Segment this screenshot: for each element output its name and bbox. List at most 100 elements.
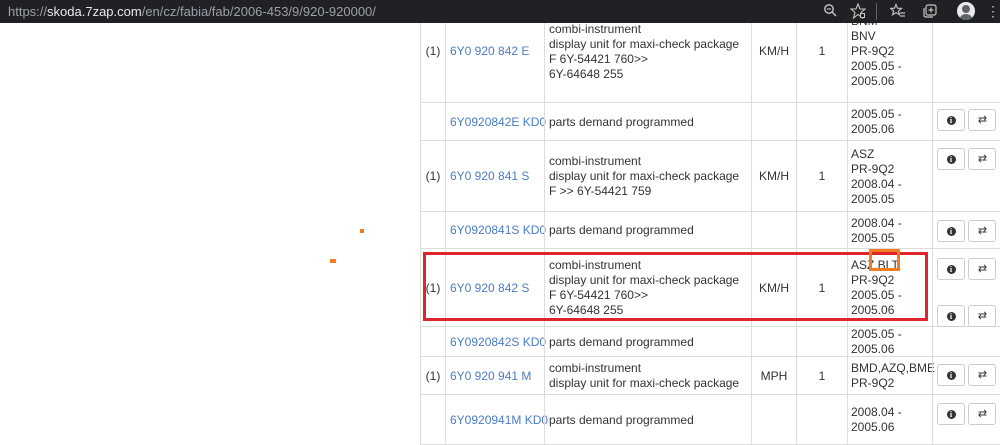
note-line: 2008.04 - <box>851 176 902 191</box>
quantity-cell: 1 <box>796 357 847 395</box>
part-number-cell: 6Y0920841S KD0 <box>445 212 546 249</box>
exchange-icon: ⇄ <box>977 368 987 381</box>
note-cell: 2008.04 -2005.06 <box>847 395 932 445</box>
info-button[interactable]: i <box>937 220 965 242</box>
part-number-link[interactable]: 6Y0920841S KD0 <box>450 223 546 238</box>
part-number-cell: 6Y0 920 941 M <box>445 357 544 395</box>
description-cell: combi-instrument display unit for maxi-ch… <box>544 23 751 103</box>
loading-indicator-dot <box>330 259 336 263</box>
part-number-link[interactable]: 6Y0 920 842 E <box>450 44 529 59</box>
exchange-button[interactable]: ⇄ <box>968 403 996 425</box>
quantity-cell <box>796 103 847 141</box>
info-button[interactable]: i <box>937 148 965 170</box>
part-number-link[interactable]: 6Y0920842S KD0 <box>450 335 546 350</box>
exchange-button[interactable]: ⇄ <box>968 109 996 131</box>
unit-cell: MPH <box>751 357 796 395</box>
parts-table: (1) 6Y0 920 842 Ecombi-instrument display … <box>420 23 1000 445</box>
collections-icon[interactable] <box>922 3 938 19</box>
info-button[interactable]: i <box>937 403 965 425</box>
exchange-button[interactable]: ⇄ <box>968 220 996 242</box>
info-button[interactable]: i <box>937 305 965 327</box>
note-line: 2008.04 - <box>851 405 902 419</box>
info-icon: i <box>946 226 956 236</box>
favorites-icon[interactable] <box>889 3 906 19</box>
ref-cell <box>420 395 445 445</box>
unit-cell <box>751 327 796 357</box>
url-host: skoda.7zap.com <box>47 4 142 19</box>
exchange-button[interactable]: ⇄ <box>968 364 996 386</box>
note-line: 2005.06 <box>851 342 895 356</box>
ref-cell: (1) <box>420 23 445 103</box>
quantity-cell <box>796 212 847 249</box>
ref-cell: (1) <box>420 249 445 327</box>
actions-cell: i⇄ <box>932 212 1000 249</box>
note-cell: 2005.05 -2005.06 <box>847 103 932 141</box>
ref-label: (1) <box>425 44 441 58</box>
ref-cell: (1) <box>420 141 445 212</box>
unit-cell <box>751 212 796 249</box>
description-cell: combi-instrument display unit for maxi-ch… <box>544 141 751 212</box>
description-line: 6Y-64648 255 <box>549 66 624 81</box>
description-line: display unit for maxi-check package <box>549 36 740 51</box>
description-line: combi-instrument <box>549 154 642 168</box>
info-icon: i <box>946 409 956 419</box>
note-line: 2005.05 - <box>851 107 902 121</box>
part-number-link[interactable]: 6Y0 920 841 S <box>450 169 529 184</box>
note-cell: BNMBNVPR-9Q22005.05 -2005.06 <box>847 23 932 103</box>
actions-cell: i⇄ <box>932 305 1000 357</box>
part-number-link[interactable]: 6Y0920842E KD0 <box>450 115 546 130</box>
note-line: PR-9Q2 <box>851 161 895 176</box>
exchange-icon: ⇄ <box>977 309 987 322</box>
info-button[interactable]: i <box>937 109 965 131</box>
description-cell: parts demand programmed <box>544 103 751 141</box>
description-cell: parts demand programmed <box>544 395 751 445</box>
description-line: parts demand programmed <box>549 114 694 129</box>
unit-cell: KM/H <box>751 23 796 103</box>
info-icon: i <box>946 115 956 125</box>
actions-cell: i⇄ <box>932 141 1000 212</box>
part-number-cell: 6Y0 920 841 S <box>445 141 544 212</box>
address-bar[interactable]: https://skoda.7zap.com/en/cz/fabia/fab/2… <box>8 4 376 19</box>
part-number-cell: 6Y0920842E KD0 <box>445 103 546 141</box>
info-icon: i <box>946 264 956 274</box>
actions-cell: i⇄ <box>932 395 1000 445</box>
table-row: 6Y0920941M KD0 parts demand programmed 200… <box>420 395 1000 445</box>
table-row: (1) 6Y0 920 842 S combi-instrument display … <box>420 249 1000 327</box>
quantity-cell: 1 <box>796 141 847 212</box>
quantity-label: 1 <box>818 368 826 383</box>
exchange-button[interactable]: ⇄ <box>968 305 996 327</box>
note-line: 2005.05 - <box>851 327 902 341</box>
note-cell: BMD,AZQ,BME PR-9Q2 <box>847 357 936 395</box>
part-number-link[interactable]: 6Y0 920 842 S <box>450 281 529 296</box>
note-line: 2005.06 <box>851 420 895 434</box>
part-number-link[interactable]: 6Y0 920 941 M <box>450 369 531 384</box>
more-icon[interactable]: ⋮ <box>986 3 1000 19</box>
zoom-icon[interactable] <box>822 3 838 19</box>
table-row: 6Y0920841S KD0 parts demand programmed 200… <box>420 212 1000 249</box>
part-number-link[interactable]: 6Y0920941M KD0 <box>450 413 548 428</box>
exchange-button[interactable]: ⇄ <box>968 258 996 280</box>
info-button[interactable]: i <box>937 258 965 280</box>
note-line: 2005.06 <box>851 303 895 317</box>
table-row: (1) 6Y0 920 941 M combi-instrument display … <box>420 357 1000 395</box>
description-line: 6Y-64648 255 <box>549 303 624 317</box>
actions-cell: i⇄ <box>932 357 1000 395</box>
ref-label: (1) <box>425 280 441 295</box>
quantity-label: 1 <box>818 280 826 295</box>
ref-label: (1) <box>425 368 441 383</box>
description-line: combi-instrument <box>549 23 642 36</box>
unit-label: KM/H <box>759 44 789 58</box>
note-line: 2008.04 - <box>851 215 902 230</box>
profile-icon[interactable] <box>957 2 975 20</box>
avatar-head <box>962 5 970 13</box>
info-button[interactable]: i <box>937 364 965 386</box>
exchange-icon: ⇄ <box>977 152 987 165</box>
unit-cell <box>751 103 796 141</box>
exchange-button[interactable]: ⇄ <box>968 148 996 170</box>
quantity-label: 1 <box>818 169 826 183</box>
table-row: 6Y0920842S KD0 parts demand programmed 200… <box>420 305 1000 357</box>
note-line: BMD,AZQ,BME <box>851 361 936 375</box>
part-number-cell: 6Y0 920 842 E <box>445 23 544 103</box>
tracking-shield-icon[interactable] <box>849 2 867 20</box>
note-line: 2005.06 <box>851 122 895 136</box>
